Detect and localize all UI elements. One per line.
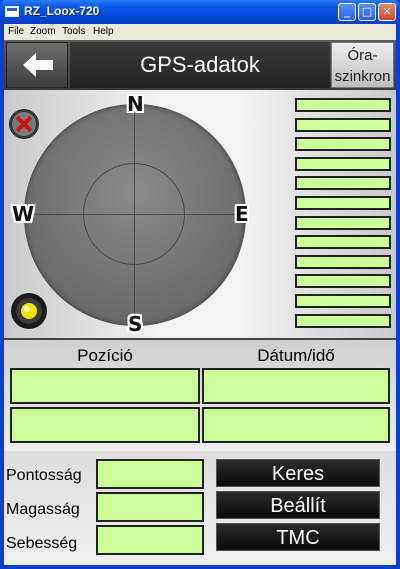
clock-sync-label-2: szinkron	[334, 68, 391, 85]
satellite-bar	[295, 293, 391, 308]
satellite-bar	[295, 235, 391, 250]
satellite-bar	[295, 137, 391, 152]
settings-button[interactable]: Beállít	[216, 491, 380, 519]
compass-north: N	[127, 92, 144, 116]
maximize-button[interactable]: □	[358, 3, 376, 21]
time-field	[202, 407, 390, 443]
satellite-bar	[295, 156, 391, 171]
datetime-header: Dátum/idő	[257, 346, 335, 365]
satellite-bar	[295, 195, 391, 210]
menu-zoom[interactable]: Zoom	[30, 26, 56, 37]
compass-east: E	[235, 202, 249, 226]
clock-sync-button[interactable]: Óra- szinkron	[331, 42, 394, 88]
longitude-field	[10, 407, 200, 443]
app-window: RZ_Loox-720 _ □ ✕ File Zoom Tools Help G…	[0, 0, 400, 569]
search-button[interactable]: Keres	[216, 459, 380, 487]
details-panel: Pontosság Magasság Sebesség Keres Beállí…	[4, 451, 396, 565]
back-button[interactable]	[6, 42, 68, 88]
position-panel: Pozíció Dátum/idő	[4, 340, 396, 451]
menu-file[interactable]: File	[8, 26, 24, 37]
close-button[interactable]: ✕	[378, 3, 396, 21]
latitude-field	[10, 368, 200, 404]
no-fix-icon	[9, 109, 39, 139]
arrow-left-icon	[23, 53, 53, 77]
window-frame-left	[0, 24, 4, 569]
altitude-label: Magasság	[6, 501, 80, 518]
compass-dial	[24, 104, 246, 326]
minimize-button[interactable]: _	[338, 3, 356, 21]
compass-west: W	[12, 202, 35, 226]
date-field	[202, 368, 390, 404]
menu-tools[interactable]: Tools	[62, 26, 85, 37]
accuracy-label: Pontosság	[6, 467, 82, 484]
satellite-bar	[295, 176, 391, 191]
header-bar: GPS-adatok Óra- szinkron	[4, 40, 396, 90]
app-window-icon	[5, 6, 19, 17]
altitude-field	[96, 492, 204, 522]
compass-panel: N S W E	[4, 90, 396, 338]
tmc-button[interactable]: TMC	[216, 523, 380, 551]
speed-field	[96, 525, 204, 555]
page-title: GPS-adatok	[70, 42, 330, 88]
satellite-bar	[295, 215, 391, 230]
satellite-bar	[295, 117, 391, 132]
gps-data-screen: GPS-adatok Óra- szinkron N S W E Pozíció…	[4, 40, 396, 565]
menu-help[interactable]: Help	[93, 26, 114, 37]
position-header: Pozíció	[77, 346, 133, 365]
menu-bar: File Zoom Tools Help	[4, 24, 396, 40]
satellite-bar	[295, 254, 391, 269]
satellite-bar	[295, 313, 391, 328]
accuracy-field	[96, 459, 204, 489]
satellite-bar	[295, 274, 391, 289]
title-bar[interactable]: RZ_Loox-720 _ □ ✕	[0, 0, 400, 24]
window-title: RZ_Loox-720	[24, 4, 100, 18]
led-icon	[11, 293, 47, 329]
compass-south: S	[128, 312, 143, 336]
clock-sync-label-1: Óra-	[347, 47, 378, 64]
satellite-signal-bars	[295, 98, 391, 333]
satellite-bar	[295, 98, 391, 112]
compass-inner-ring	[83, 163, 185, 265]
speed-label: Sebesség	[6, 535, 78, 552]
window-frame-bottom	[0, 565, 400, 569]
window-frame-right	[396, 24, 400, 569]
